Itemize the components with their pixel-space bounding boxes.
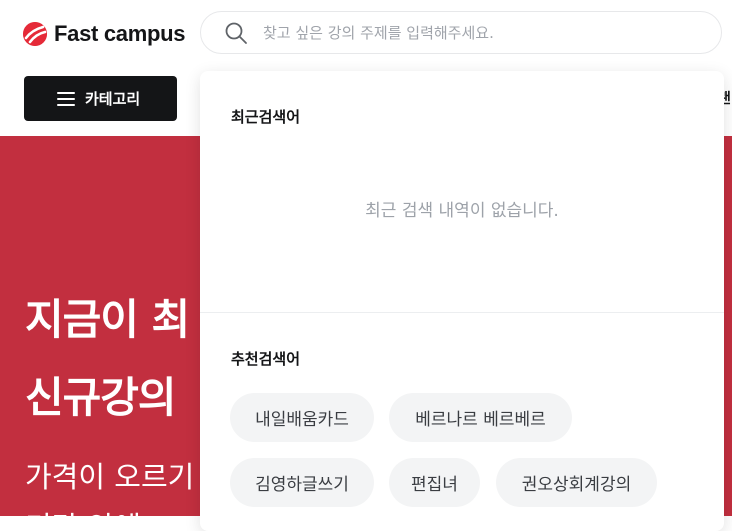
search-dropdown: 최근검색어 최근 검색 내역이 없습니다. 추천검색어 내일배움카드 베르나르 …: [200, 71, 724, 531]
search-icon[interactable]: [223, 20, 249, 46]
recommended-chip[interactable]: 베르나르 베르베르: [389, 393, 572, 442]
search-input[interactable]: [261, 22, 685, 43]
hero-subtitle-line2: 기간 안에 ...: [25, 504, 178, 516]
menu-icon: [57, 91, 75, 106]
recommended-searches-title: 추천검색어: [231, 350, 301, 368]
hero-title-line2: 신규강의: [25, 373, 177, 422]
logo-text: Fast campus: [54, 21, 186, 46]
divider: [200, 312, 724, 313]
category-button[interactable]: 카테고리: [24, 76, 177, 121]
fastcampus-logo-icon: [23, 22, 47, 46]
hero-title-line1: 지금이 최: [25, 295, 190, 344]
recommended-chip[interactable]: 내일배움카드: [230, 393, 374, 442]
recommended-chip[interactable]: 김영하글쓰기: [230, 458, 374, 507]
search-bar[interactable]: [200, 11, 722, 54]
recommended-chip[interactable]: 권오상회계강의: [496, 458, 657, 507]
recent-searches-empty: 최근 검색 내역이 없습니다.: [365, 201, 559, 221]
recent-searches-title: 최근검색어: [231, 108, 301, 126]
category-label: 카테고리: [85, 90, 141, 108]
logo[interactable]: Fast campus: [23, 21, 186, 47]
recommended-chip[interactable]: 편집녀: [389, 458, 480, 507]
hero-subtitle-line1: 가격이 오르기: [25, 460, 195, 494]
